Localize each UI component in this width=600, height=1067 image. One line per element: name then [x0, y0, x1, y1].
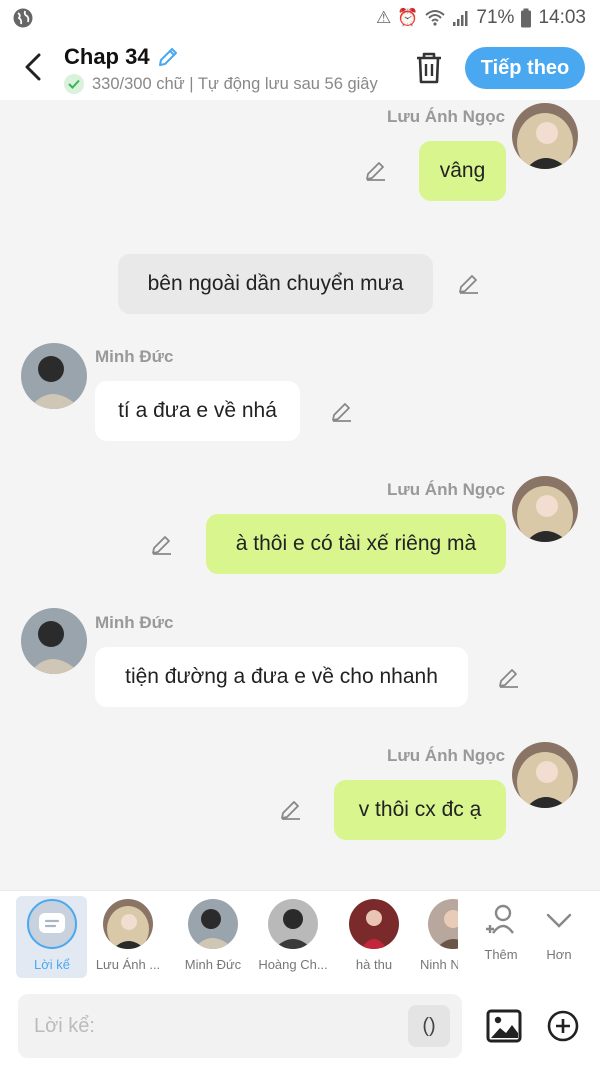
- sync-icon: ⚠: [376, 8, 392, 27]
- back-button[interactable]: [18, 50, 48, 84]
- chevron-down-icon: [546, 913, 572, 928]
- edit-message-icon[interactable]: [364, 158, 388, 182]
- avatar-luu-anh-ngoc: [512, 476, 578, 542]
- save-status: 330/300 chữ | Tự động lưu sau 56 giây: [64, 74, 394, 94]
- message-bubble[interactable]: vâng: [419, 141, 506, 201]
- image-icon[interactable]: [486, 1009, 522, 1043]
- chevron-left-icon: [25, 53, 41, 81]
- message-bubble[interactable]: v thôi cx đc ạ: [334, 780, 506, 840]
- avatar: [428, 899, 458, 949]
- speaker-name: Lưu Ánh Ngọc: [387, 746, 506, 765]
- character-luu-anh-ngoc[interactable]: Lưu Ánh ...: [93, 899, 163, 972]
- speaker-name: Minh Đức: [95, 613, 174, 632]
- clock: 14:03: [538, 7, 586, 28]
- character-hoang-ch[interactable]: Hoàng Ch...: [258, 899, 328, 972]
- chapter-title[interactable]: Chap 34: [64, 44, 180, 70]
- save-status-text: 330/300 chữ | Tự động lưu sau 56 giây: [92, 74, 378, 93]
- avatar: [188, 899, 238, 949]
- speaker-name: Minh Đức: [95, 347, 174, 366]
- chat-area[interactable]: Lưu Ánh Ngọc vâng bên ngoài dần chuyển m…: [0, 100, 600, 890]
- more-label: Hơn: [546, 947, 572, 962]
- character-minh-duc[interactable]: Minh Đức: [178, 899, 248, 972]
- character-narrator[interactable]: Lời kể: [17, 899, 87, 972]
- edit-message-icon[interactable]: [457, 271, 481, 295]
- character-ninh-n[interactable]: Ninh N: [416, 899, 458, 972]
- input-row: (): [0, 985, 600, 1067]
- speaker-name: Lưu Ánh Ngọc: [387, 107, 506, 126]
- message-bubble[interactable]: à thôi e có tài xế riêng mà: [206, 514, 506, 574]
- edit-title-icon[interactable]: [156, 45, 180, 69]
- character-label: Lưu Ánh ...: [95, 957, 161, 972]
- trash-icon[interactable]: [412, 50, 446, 86]
- character-label: Hoàng Ch...: [258, 957, 328, 972]
- add-person-icon: [486, 904, 514, 934]
- check-icon: [64, 74, 84, 94]
- avatar: [268, 899, 318, 949]
- character-ha-thu[interactable]: hà thu: [339, 899, 409, 972]
- battery-percent: 71%: [476, 7, 515, 28]
- signal-icon: [453, 11, 468, 26]
- character-label: Ninh N: [420, 957, 458, 972]
- parenthesis-button[interactable]: (): [408, 1005, 450, 1047]
- character-label: Minh Đức: [184, 957, 242, 972]
- narrator-icon: [27, 899, 77, 949]
- avatar-minh-duc: [21, 608, 87, 674]
- avatar: [349, 899, 399, 949]
- next-button[interactable]: Tiếp theo: [465, 47, 585, 89]
- globe-icon: [13, 8, 33, 28]
- avatar-luu-anh-ngoc: [512, 103, 578, 169]
- battery-icon: [521, 8, 532, 28]
- edit-message-icon[interactable]: [330, 399, 354, 423]
- message-input[interactable]: [18, 994, 462, 1058]
- status-bar: ⚠ ⏰ 71% 14:03: [0, 0, 600, 36]
- edit-message-icon[interactable]: [150, 532, 174, 556]
- edit-message-icon[interactable]: [279, 797, 303, 821]
- avatar-minh-duc: [21, 343, 87, 409]
- more-button[interactable]: Hơn: [524, 899, 594, 962]
- chapter-title-text: Chap 34: [64, 44, 150, 69]
- narration-bubble[interactable]: bên ngoài dần chuyển mưa: [118, 254, 433, 314]
- alarm-icon: ⏰: [397, 8, 419, 27]
- edit-message-icon[interactable]: [497, 665, 521, 689]
- character-label: Lời kể: [34, 957, 70, 972]
- wifi-icon: [425, 10, 446, 26]
- message-bubble[interactable]: tiện đường a đưa e về cho nhanh: [95, 647, 468, 707]
- composer-panel: Lời kể Lưu Ánh ... Minh Đức Hoàng Ch... …: [0, 890, 600, 1067]
- message-bubble[interactable]: tí a đưa e về nhá: [95, 381, 300, 441]
- speaker-name: Lưu Ánh Ngọc: [387, 480, 506, 499]
- plus-icon[interactable]: [547, 1010, 579, 1042]
- avatar-luu-anh-ngoc: [512, 742, 578, 808]
- character-label: hà thu: [355, 957, 393, 972]
- chapter-header: Chap 34 330/300 chữ | Tự động lưu sau 56…: [0, 36, 600, 100]
- character-selector[interactable]: Lời kể Lưu Ánh ... Minh Đức Hoàng Ch... …: [0, 891, 600, 985]
- avatar: [103, 899, 153, 949]
